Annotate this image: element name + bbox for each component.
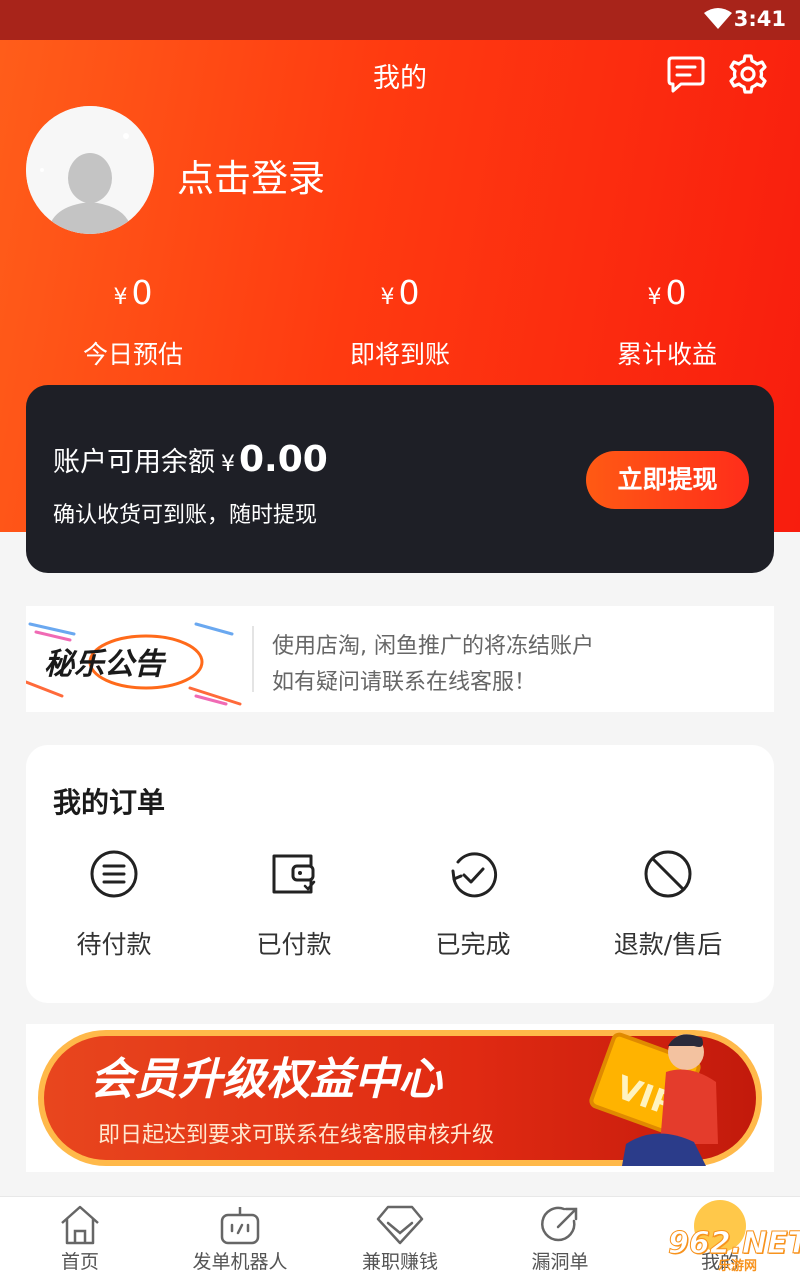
divider <box>252 626 254 692</box>
tab-label: 兼职赚钱 <box>361 1251 438 1273</box>
message-icon[interactable] <box>666 54 706 94</box>
stat-total-earnings[interactable]: ¥0 累计收益 <box>567 272 767 371</box>
stat-label: 即将到账 <box>349 340 450 369</box>
tab-label: 首页 <box>60 1251 99 1273</box>
order-refund-aftersale[interactable]: 退款/售后 <box>578 849 758 961</box>
tab-label: 发单机器人 <box>192 1251 288 1273</box>
stat-upcoming[interactable]: ¥0 即将到账 <box>300 272 500 371</box>
home-icon <box>61 1205 99 1245</box>
watermark: 962.NET 乐游网 <box>667 1226 800 1275</box>
gear-icon[interactable] <box>726 52 770 96</box>
login-link[interactable]: 点击登录 <box>177 148 325 202</box>
stat-label: 今日预估 <box>82 340 183 369</box>
notice-text-line2: 如有疑问请联系在线客服！ <box>272 670 537 695</box>
order-label: 已完成 <box>435 930 511 959</box>
check-refresh-icon <box>451 852 498 898</box>
svg-text:会员升级权益中心: 会员升级权益中心 <box>90 1054 444 1105</box>
share-icon <box>541 1206 578 1242</box>
balance-subtitle: 确认收货可到账，随时提现 <box>53 503 318 528</box>
svg-text:即日起达到要求可联系在线客服审核升级: 即日起达到要求可联系在线客服审核升级 <box>98 1123 494 1148</box>
avatar[interactable] <box>26 106 154 234</box>
tab-robot[interactable]: 发单机器人 <box>160 1197 320 1280</box>
wifi-icon <box>704 8 732 29</box>
stat-label: 累计收益 <box>616 340 717 369</box>
robot-icon <box>220 1207 260 1245</box>
order-paid[interactable]: 已付款 <box>204 849 384 961</box>
stat-amount: ¥0 <box>647 273 687 312</box>
order-label: 待付款 <box>76 930 152 959</box>
list-circle-icon <box>90 850 138 898</box>
order-label: 已付款 <box>256 930 332 959</box>
notice-logo: 秘乐公告 <box>26 606 252 712</box>
stat-amount: ¥0 <box>113 273 153 312</box>
order-label: 退款/售后 <box>613 930 723 959</box>
status-time: 3:41 <box>733 7 786 31</box>
svg-text:秘乐公告: 秘乐公告 <box>44 647 167 682</box>
tab-home[interactable]: 首页 <box>0 1197 160 1280</box>
wallet-icon <box>272 854 316 894</box>
orders-card: 我的订单 待付款 已付款 已完成 退款/售后 <box>26 745 774 1003</box>
stat-today-estimate[interactable]: ¥0 今日预估 <box>33 272 233 371</box>
vip-banner[interactable]: 会员升级权益中心 即日起达到要求可联系在线客服审核升级 VIP <box>26 1024 774 1172</box>
tab-parttime[interactable]: 兼职赚钱 <box>320 1197 480 1280</box>
diamond-icon <box>376 1205 424 1245</box>
balance-amount: 账户可用余额 ¥0.00 <box>53 439 328 480</box>
vip-banner-graphic: 会员升级权益中心 即日起达到要求可联系在线客服审核升级 VIP <box>38 1030 762 1166</box>
stat-amount: ¥0 <box>380 273 420 312</box>
forbidden-icon <box>644 850 692 898</box>
tab-label: 漏洞单 <box>531 1251 589 1273</box>
order-pending-payment[interactable]: 待付款 <box>24 849 204 961</box>
order-completed[interactable]: 已完成 <box>383 849 563 961</box>
balance-card: 账户可用余额 ¥0.00 确认收货可到账，随时提现 立即提现 <box>26 385 774 573</box>
notice-banner[interactable]: 秘乐公告 使用店淘, 闲鱼推广的将冻结账户 如有疑问请联系在线客服！ <box>26 606 774 712</box>
withdraw-button[interactable]: 立即提现 <box>586 451 749 509</box>
orders-title: 我的订单 <box>53 786 166 819</box>
status-bar: 3:41 <box>0 0 800 40</box>
notice-text-line1: 使用店淘, 闲鱼推广的将冻结账户 <box>272 634 594 659</box>
tab-loophole[interactable]: 漏洞单 <box>480 1197 640 1280</box>
default-avatar-icon <box>26 106 154 234</box>
